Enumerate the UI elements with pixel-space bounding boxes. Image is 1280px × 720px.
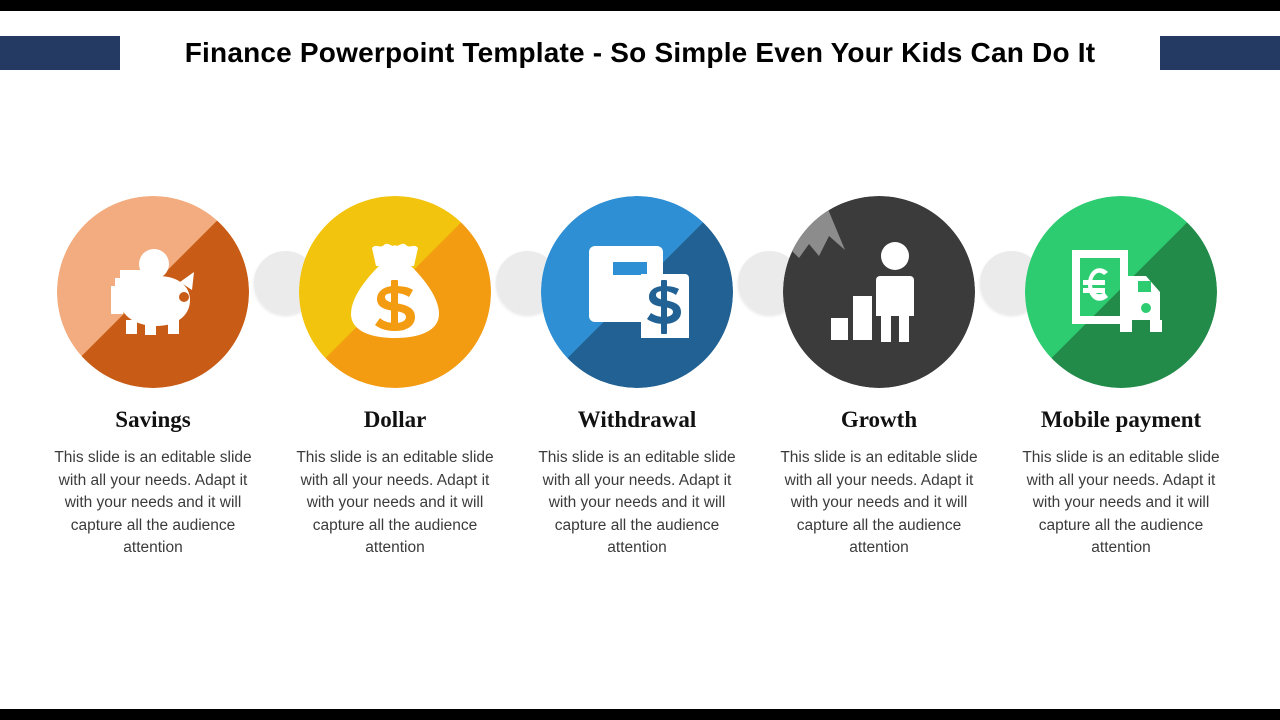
icon-circle-dollar[interactable] (299, 196, 491, 388)
icon-circle-growth[interactable] (783, 196, 975, 388)
caption-title-mobile-payment: Mobile payment (1040, 407, 1202, 432)
slide-canvas: Finance Powerpoint Template - So Simple … (0, 11, 1280, 709)
icon-circle-withdrawal[interactable] (541, 196, 733, 388)
caption-title-savings: Savings (115, 407, 191, 432)
atm-machine-icon (541, 196, 733, 388)
title-band: Finance Powerpoint Template - So Simple … (0, 32, 1280, 74)
piggy-bank-icon (57, 196, 249, 388)
letterbox-top (0, 0, 1280, 11)
icon-circle-mobile-payment[interactable] (1025, 196, 1217, 388)
caption-text-savings: This slide is an editable slide with all… (54, 449, 252, 556)
growth-person-chart-icon (783, 196, 975, 388)
caption-savings: Savings This slide is an editable slide … (45, 407, 261, 560)
caption-dollar: Dollar This slide is an editable slide w… (287, 407, 503, 560)
slide-title: Finance Powerpoint Template - So Simple … (184, 37, 1096, 68)
caption-growth: Growth This slide is an editable slide w… (771, 407, 987, 560)
caption-text-withdrawal: This slide is an editable slide with all… (538, 449, 736, 556)
letterbox-bottom (0, 709, 1280, 720)
caption-withdrawal: Withdrawal This slide is an editable sli… (529, 407, 745, 560)
caption-title-growth: Growth (840, 407, 918, 432)
caption-text-mobile-payment: This slide is an editable slide with all… (1022, 449, 1220, 556)
icon-circle-savings[interactable] (57, 196, 249, 388)
caption-title-withdrawal: Withdrawal (577, 407, 697, 432)
icon-row (0, 196, 1280, 411)
caption-mobile-payment: Mobile payment This slide is an editable… (1013, 407, 1229, 560)
caption-title-dollar: Dollar (363, 407, 427, 432)
caption-text-growth: This slide is an editable slide with all… (780, 449, 978, 556)
captions-row: Savings This slide is an editable slide … (0, 407, 1280, 617)
caption-text-dollar: This slide is an editable slide with all… (296, 449, 494, 556)
money-bag-icon (299, 196, 491, 388)
euro-note-truck-icon (1025, 196, 1217, 388)
